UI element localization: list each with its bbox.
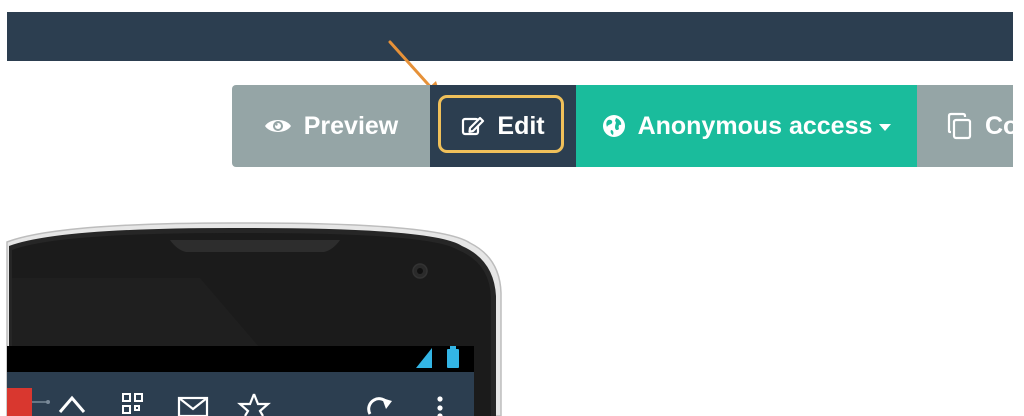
copy-label-partial: Co — [985, 111, 1013, 140]
battery-icon — [447, 349, 459, 368]
phone-app-navbar — [7, 372, 474, 416]
anonymous-access-dropdown[interactable]: Anonymous access — [576, 85, 917, 167]
edit-button[interactable]: Edit — [430, 85, 576, 167]
edit-label: Edit — [497, 111, 545, 140]
top-header-bar — [7, 12, 1013, 61]
editor-toolbar: Preview Edit Anonymous access Co — [232, 85, 1013, 167]
phone-mockup — [6, 222, 502, 416]
eye-icon — [264, 117, 292, 135]
copy-icon — [947, 112, 973, 140]
phone-status-bar — [7, 346, 474, 372]
copy-button[interactable]: Co — [917, 85, 1013, 167]
edit-icon — [461, 115, 485, 137]
anonymous-access-label: Anonymous access — [637, 111, 873, 140]
preview-label: Preview — [303, 111, 399, 140]
preview-button[interactable]: Preview — [232, 85, 430, 167]
edit-content: Edit — [461, 111, 545, 141]
caret-down-icon — [879, 124, 892, 131]
globe-icon — [602, 114, 626, 138]
